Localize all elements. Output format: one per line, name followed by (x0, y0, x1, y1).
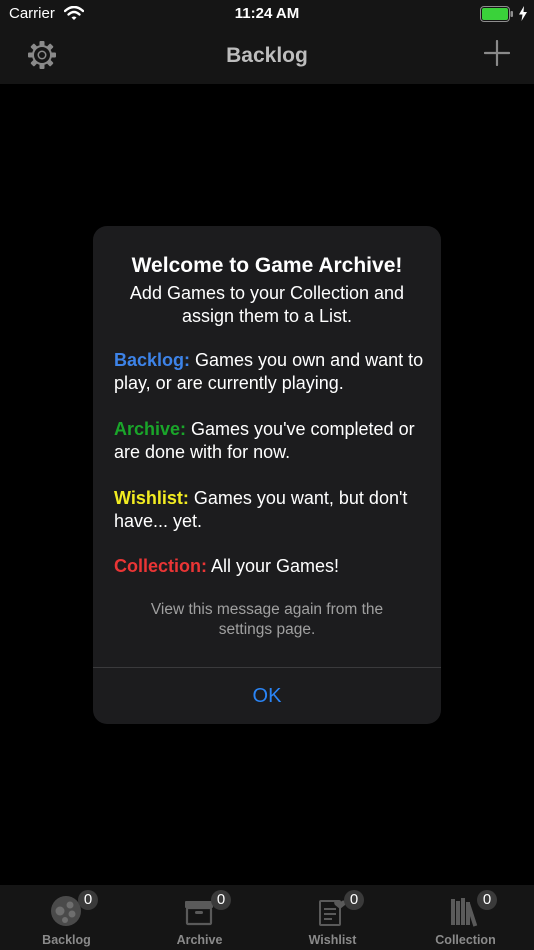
welcome-dialog: Welcome to Game Archive! Add Games to yo… (93, 226, 441, 724)
dialog-item-label: Archive: (114, 419, 187, 439)
tab-badge: 0 (477, 890, 497, 910)
dialog-item-text: All your Games! (207, 556, 340, 576)
tab-bar: 0 Backlog 0 Archive 0 Wishlist 0 Collect… (0, 885, 534, 950)
status-time: 11:24 AM (234, 5, 300, 22)
tab-backlog[interactable]: 0 Backlog (0, 885, 133, 950)
tab-badge: 0 (344, 890, 364, 910)
battery-icon (480, 6, 514, 27)
dialog-item-label: Wishlist: (114, 488, 189, 508)
plus-icon[interactable] (483, 39, 511, 71)
dialog-item-label: Collection: (114, 556, 207, 576)
tab-badge: 0 (78, 890, 98, 910)
tab-collection[interactable]: 0 Collection (399, 885, 532, 950)
tab-badge: 0 (211, 890, 231, 910)
charging-icon (519, 6, 527, 26)
dialog-note: View this message again from the setting… (150, 601, 384, 638)
dialog-item-label: Backlog: (114, 350, 191, 370)
tab-label: Archive (176, 933, 223, 947)
tab-label: Collection (435, 933, 496, 947)
dialog-intro: Add Games to your Collection and assign … (129, 283, 405, 326)
ok-button[interactable]: OK (93, 668, 441, 724)
tab-label: Backlog (42, 933, 91, 947)
dialog-title: Welcome to Game Archive! (131, 254, 403, 277)
tab-label: Wishlist (308, 933, 357, 947)
nav-bar: Backlog (0, 28, 534, 84)
dialog-item-collection: Collection: All your Games! (114, 555, 426, 578)
status-bar: Carrier 11:24 AM (0, 0, 534, 28)
dialog-item-backlog: Backlog: Games you own and want to play,… (114, 349, 426, 395)
dialog-item-archive: Archive: Games you've completed or are d… (114, 418, 426, 464)
page-title: Backlog (226, 44, 308, 67)
tab-wishlist[interactable]: 0 Wishlist (266, 885, 399, 950)
dialog-item-wishlist: Wishlist: Games you want, but don't have… (114, 487, 426, 533)
tab-archive[interactable]: 0 Archive (133, 885, 266, 950)
